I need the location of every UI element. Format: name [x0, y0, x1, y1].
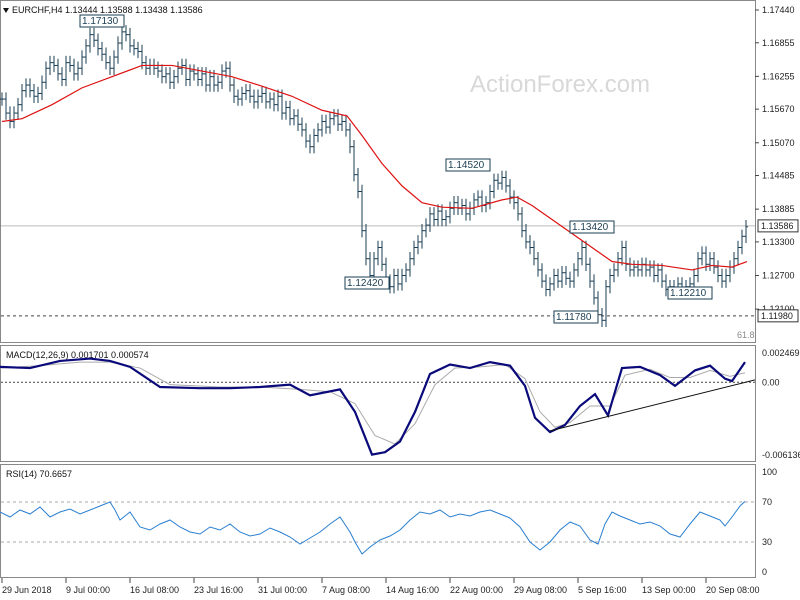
price-axis: 1.17440 1.16855 1.16255 1.15670 1.15070 1.144… [755, 5, 795, 314]
time-tick-label: 29 Aug 08:00 [514, 585, 567, 595]
rsi-tick-label: 70 [762, 497, 772, 507]
time-tick-label: 29 Jun 2018 [2, 585, 52, 595]
price-tick-label: 1.13885 [762, 204, 795, 214]
price-tick-label: 1.15670 [762, 104, 795, 114]
time-tick-label: 31 Jul 00:00 [258, 585, 307, 595]
rsi-panel-frame [0, 464, 756, 578]
price-tick-label: 1.16255 [762, 71, 795, 81]
price-tick-label: 1.16855 [762, 38, 795, 48]
time-axis: 29 Jun 2018 9 Jul 00:00 16 Jul 08:00 23 Jul… [1, 578, 760, 595]
annotation-label: 1.12420 [347, 278, 384, 289]
time-tick-label: 20 Sep 08:00 [706, 585, 760, 595]
time-tick-label: 9 Jul 00:00 [66, 585, 110, 595]
time-tick-label: 14 Aug 16:00 [386, 585, 439, 595]
annotation-label: 1.13420 [572, 222, 609, 233]
support-label: 1.11980 [761, 311, 793, 321]
price-tick-label: 1.15070 [762, 138, 795, 148]
time-tick-label: 23 Jul 16:00 [194, 585, 243, 595]
macd-tick-label: -0.006136 [762, 450, 800, 460]
macd-tick-label: 0.002469 [762, 348, 800, 358]
chart-root: ActionForex.com EURCHF,H4 1.13444 1.1358… [0, 0, 800, 600]
rsi-tick-label: 0 [762, 567, 767, 577]
time-tick-label: 22 Aug 00:00 [450, 585, 503, 595]
fib-label: 61.8 [737, 330, 755, 340]
annotation-label: 1.11780 [556, 312, 592, 323]
time-tick-label: 16 Jul 08:00 [130, 585, 179, 595]
rsi-tick-label: 100 [762, 467, 777, 477]
annotation-label: 1.14520 [448, 160, 485, 171]
rsi-label: RSI(14) 70.6657 [6, 469, 72, 479]
rsi-tick-label: 30 [762, 537, 772, 547]
watermark: ActionForex.com [470, 71, 650, 98]
last-price-label: 1.13586 [761, 221, 794, 231]
annotation-label: 1.12210 [670, 288, 707, 299]
macd-tick-label: 0.00 [762, 377, 780, 387]
chart-svg: ActionForex.com EURCHF,H4 1.13444 1.1358… [0, 0, 800, 595]
annotation-label: 1.17130 [82, 16, 119, 27]
time-tick-label: 7 Aug 08:00 [322, 585, 370, 595]
price-tick-label: 1.13300 [762, 237, 795, 247]
chart-title: EURCHF,H4 1.13444 1.13588 1.13438 1.1358… [12, 5, 203, 15]
price-tick-label: 1.12700 [762, 271, 795, 281]
time-tick-label: 5 Sep 16:00 [578, 585, 627, 595]
time-tick-label: 13 Sep 00:00 [642, 585, 696, 595]
price-tick-label: 1.14485 [762, 171, 795, 181]
price-tick-label: 1.17440 [762, 5, 795, 15]
